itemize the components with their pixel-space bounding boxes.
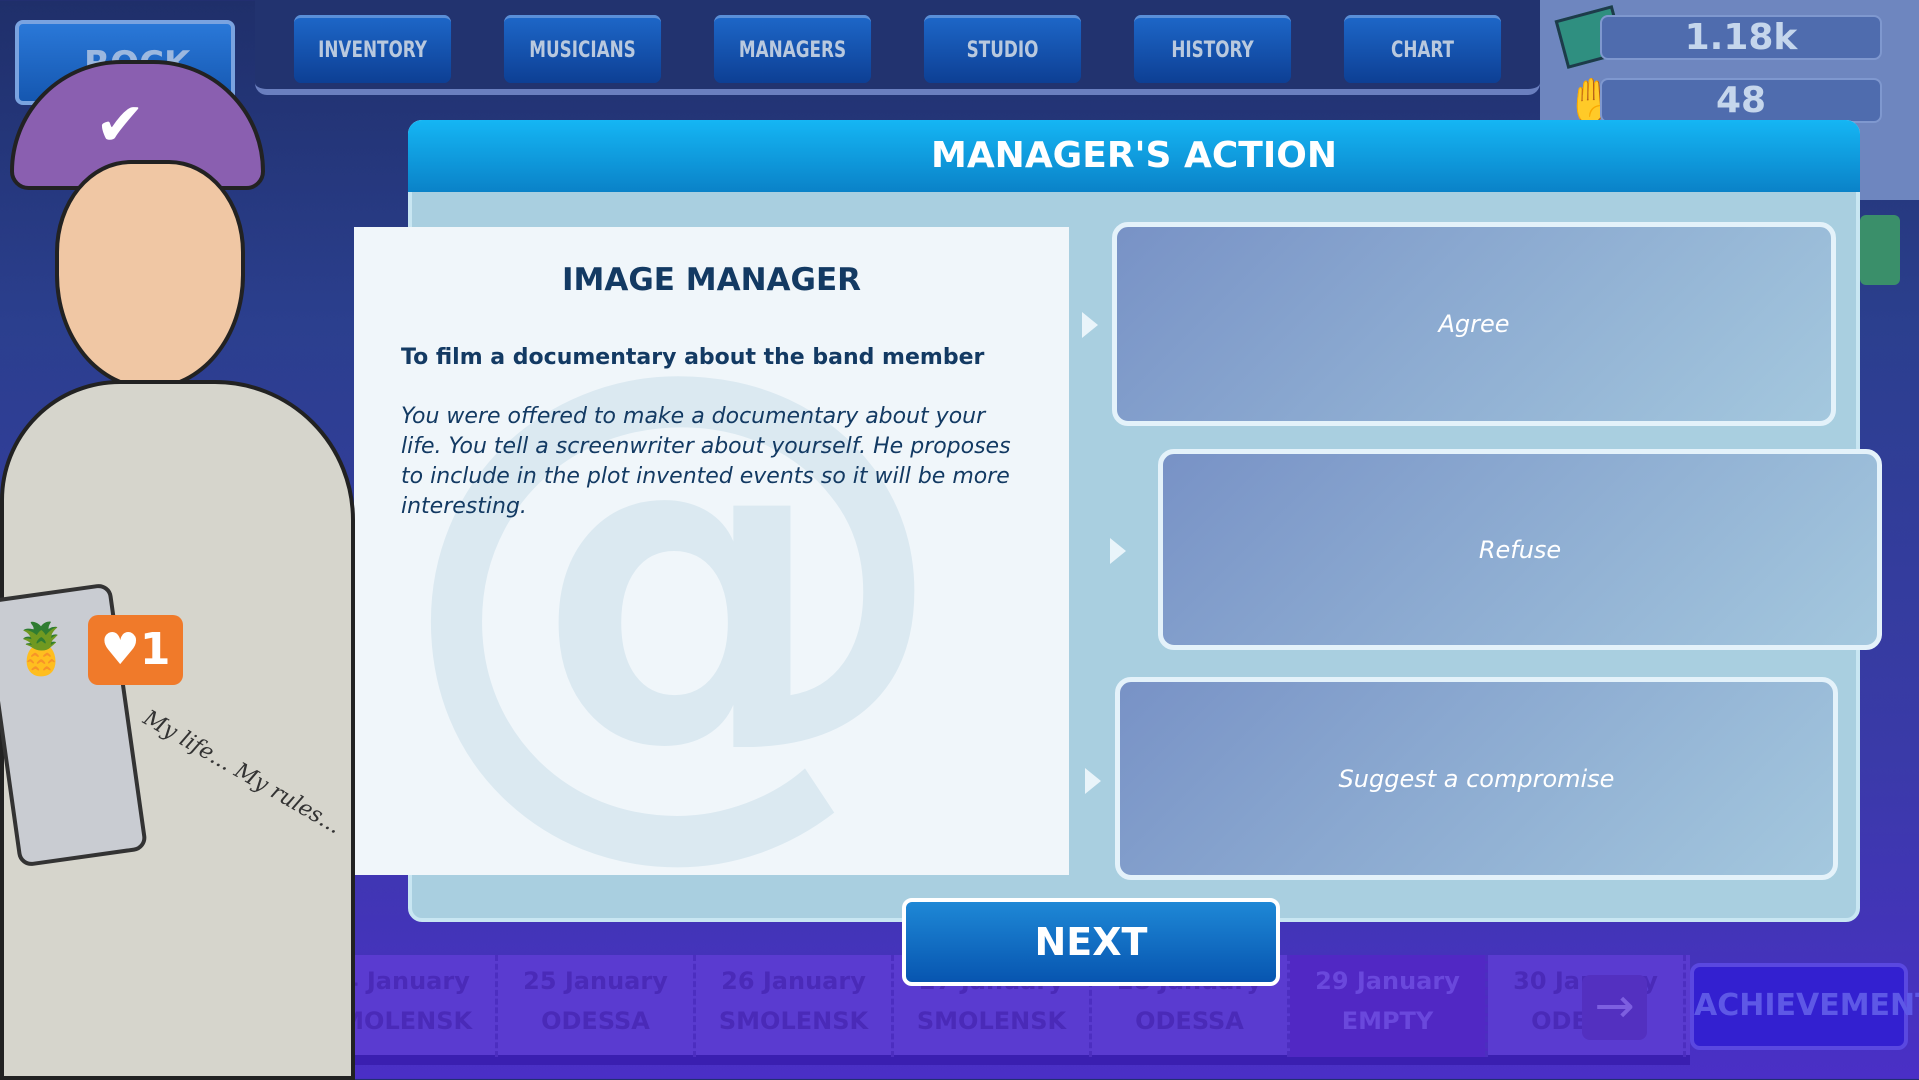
option-agree-button[interactable]: Agree: [1112, 222, 1836, 426]
tab-studio[interactable]: STUDIO: [923, 15, 1082, 83]
tab-musicians[interactable]: MUSICIANS: [503, 15, 662, 83]
heart-icon: ♥: [100, 624, 140, 675]
dialog-title: MANAGER'S ACTION: [408, 120, 1860, 192]
at-sign-watermark-icon: @: [394, 251, 954, 875]
tab-history[interactable]: HISTORY: [1133, 15, 1292, 83]
calendar-next-arrow-icon[interactable]: →: [1582, 975, 1647, 1040]
option-compromise-button[interactable]: Suggest a compromise: [1115, 677, 1838, 880]
event-card: @ IMAGE MANAGER To film a documentary ab…: [354, 227, 1069, 875]
likes-badge: ♥1: [88, 615, 183, 685]
card-subtitle: To film a documentary about the band mem…: [401, 345, 985, 370]
tab-managers[interactable]: MANAGERS: [713, 15, 872, 83]
money-counter: 1.18k: [1600, 15, 1882, 60]
calendar-day[interactable]: 26 January SMOLENSK: [696, 955, 894, 1057]
checkmark-icon: ✔: [95, 90, 146, 160]
calendar-day[interactable]: 25 January ODESSA: [498, 955, 696, 1057]
tab-chart[interactable]: CHART: [1343, 15, 1502, 83]
side-arrow-icon: [1860, 215, 1900, 285]
option-refuse-button[interactable]: Refuse: [1158, 449, 1882, 650]
character-illustration: ✔ 🍍 ♥1 My life... My rules...: [0, 60, 355, 1080]
option-pointer-icon: [1110, 538, 1126, 564]
option-pointer-icon: [1085, 768, 1101, 794]
calendar-day[interactable]: 29 January EMPTY: [1290, 955, 1488, 1057]
fans-counter: 48: [1600, 78, 1882, 123]
pineapple-icon: 🍍: [10, 620, 73, 678]
card-title: IMAGE MANAGER: [561, 262, 862, 298]
next-button[interactable]: NEXT: [902, 898, 1280, 986]
card-body: You were offered to make a documentary a…: [401, 404, 1011, 519]
option-pointer-icon: [1082, 312, 1098, 338]
face: [55, 160, 245, 390]
achievements-button[interactable]: ACHIEVEMENTS: [1690, 963, 1919, 1050]
